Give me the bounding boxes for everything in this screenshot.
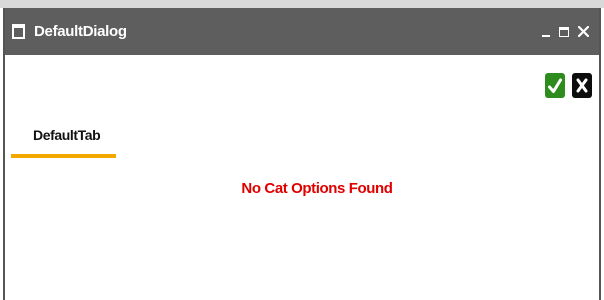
default-dialog: DefaultDialog DefaultTab No Cat Options …	[3, 8, 601, 300]
ok-button[interactable]	[545, 73, 565, 98]
window-controls	[542, 8, 589, 55]
dialog-titlebar[interactable]: DefaultDialog	[5, 8, 599, 55]
tab-label: DefaultTab	[33, 127, 101, 143]
close-icon[interactable]	[578, 26, 589, 37]
window-icon	[12, 24, 25, 39]
x-icon	[576, 78, 588, 93]
minimize-icon[interactable]	[542, 26, 550, 38]
cancel-button[interactable]	[572, 73, 592, 98]
dialog-title: DefaultDialog	[34, 23, 127, 40]
maximize-icon[interactable]	[559, 26, 569, 37]
background-app-strip	[0, 0, 604, 8]
empty-state-message: No Cat Options Found	[241, 180, 393, 197]
checkmark-icon	[548, 78, 562, 93]
tab-default[interactable]: DefaultTab	[11, 124, 116, 158]
tab-active-indicator	[11, 154, 116, 158]
